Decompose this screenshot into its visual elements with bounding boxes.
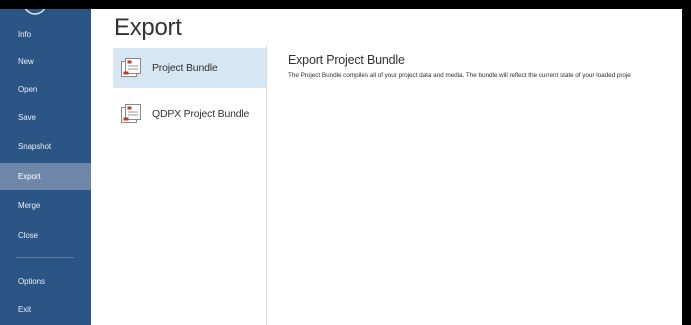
sidebar-item-label: New xyxy=(18,57,34,66)
sidebar-item-merge[interactable]: Merge xyxy=(0,192,91,219)
sidebar-item-export[interactable]: Export xyxy=(0,163,91,190)
page-title: Export xyxy=(114,14,182,41)
sidebar-item-label: Save xyxy=(18,113,36,122)
sidebar-item-options[interactable]: Options xyxy=(0,268,91,295)
sidebar-item-info[interactable]: Info xyxy=(0,21,91,48)
sidebar-item-snapshot[interactable]: Snapshot xyxy=(0,133,91,160)
sidebar-item-label: Exit xyxy=(18,305,31,314)
project-bundle-icon xyxy=(119,56,143,80)
sidebar-item-label: Info xyxy=(18,30,31,39)
screen-edge-right xyxy=(682,0,691,325)
option-project-bundle[interactable]: Project Bundle xyxy=(113,48,266,88)
sidebar-item-save[interactable]: Save xyxy=(0,104,91,131)
detail-description: The Project Bundle compiles all of your … xyxy=(288,72,631,79)
option-label: QDPX Project Bundle xyxy=(152,108,250,120)
backstage-sidebar: Info New Open Save Snapshot Export Merge… xyxy=(0,0,91,325)
sidebar-item-label: Options xyxy=(18,277,45,286)
panel-divider xyxy=(266,46,267,325)
option-label: Project Bundle xyxy=(152,62,218,74)
sidebar-item-exit[interactable]: Exit xyxy=(0,296,91,323)
sidebar-item-open[interactable]: Open xyxy=(0,76,91,103)
qdpx-bundle-icon xyxy=(119,102,143,126)
sidebar-item-label: Open xyxy=(18,85,38,94)
detail-title: Export Project Bundle xyxy=(288,53,405,67)
option-qdpx-project-bundle[interactable]: QDPX Project Bundle xyxy=(113,94,266,134)
sidebar-item-close[interactable]: Close xyxy=(0,222,91,249)
screen-edge-top xyxy=(0,0,691,9)
sidebar-divider xyxy=(16,257,74,258)
sidebar-item-label: Snapshot xyxy=(18,142,52,151)
sidebar-item-label: Close xyxy=(18,231,38,240)
sidebar-item-new[interactable]: New xyxy=(0,48,91,75)
sidebar-item-label: Export xyxy=(18,172,41,181)
export-backstage-window: Info New Open Save Snapshot Export Merge… xyxy=(0,0,691,325)
sidebar-item-label: Merge xyxy=(18,201,41,210)
